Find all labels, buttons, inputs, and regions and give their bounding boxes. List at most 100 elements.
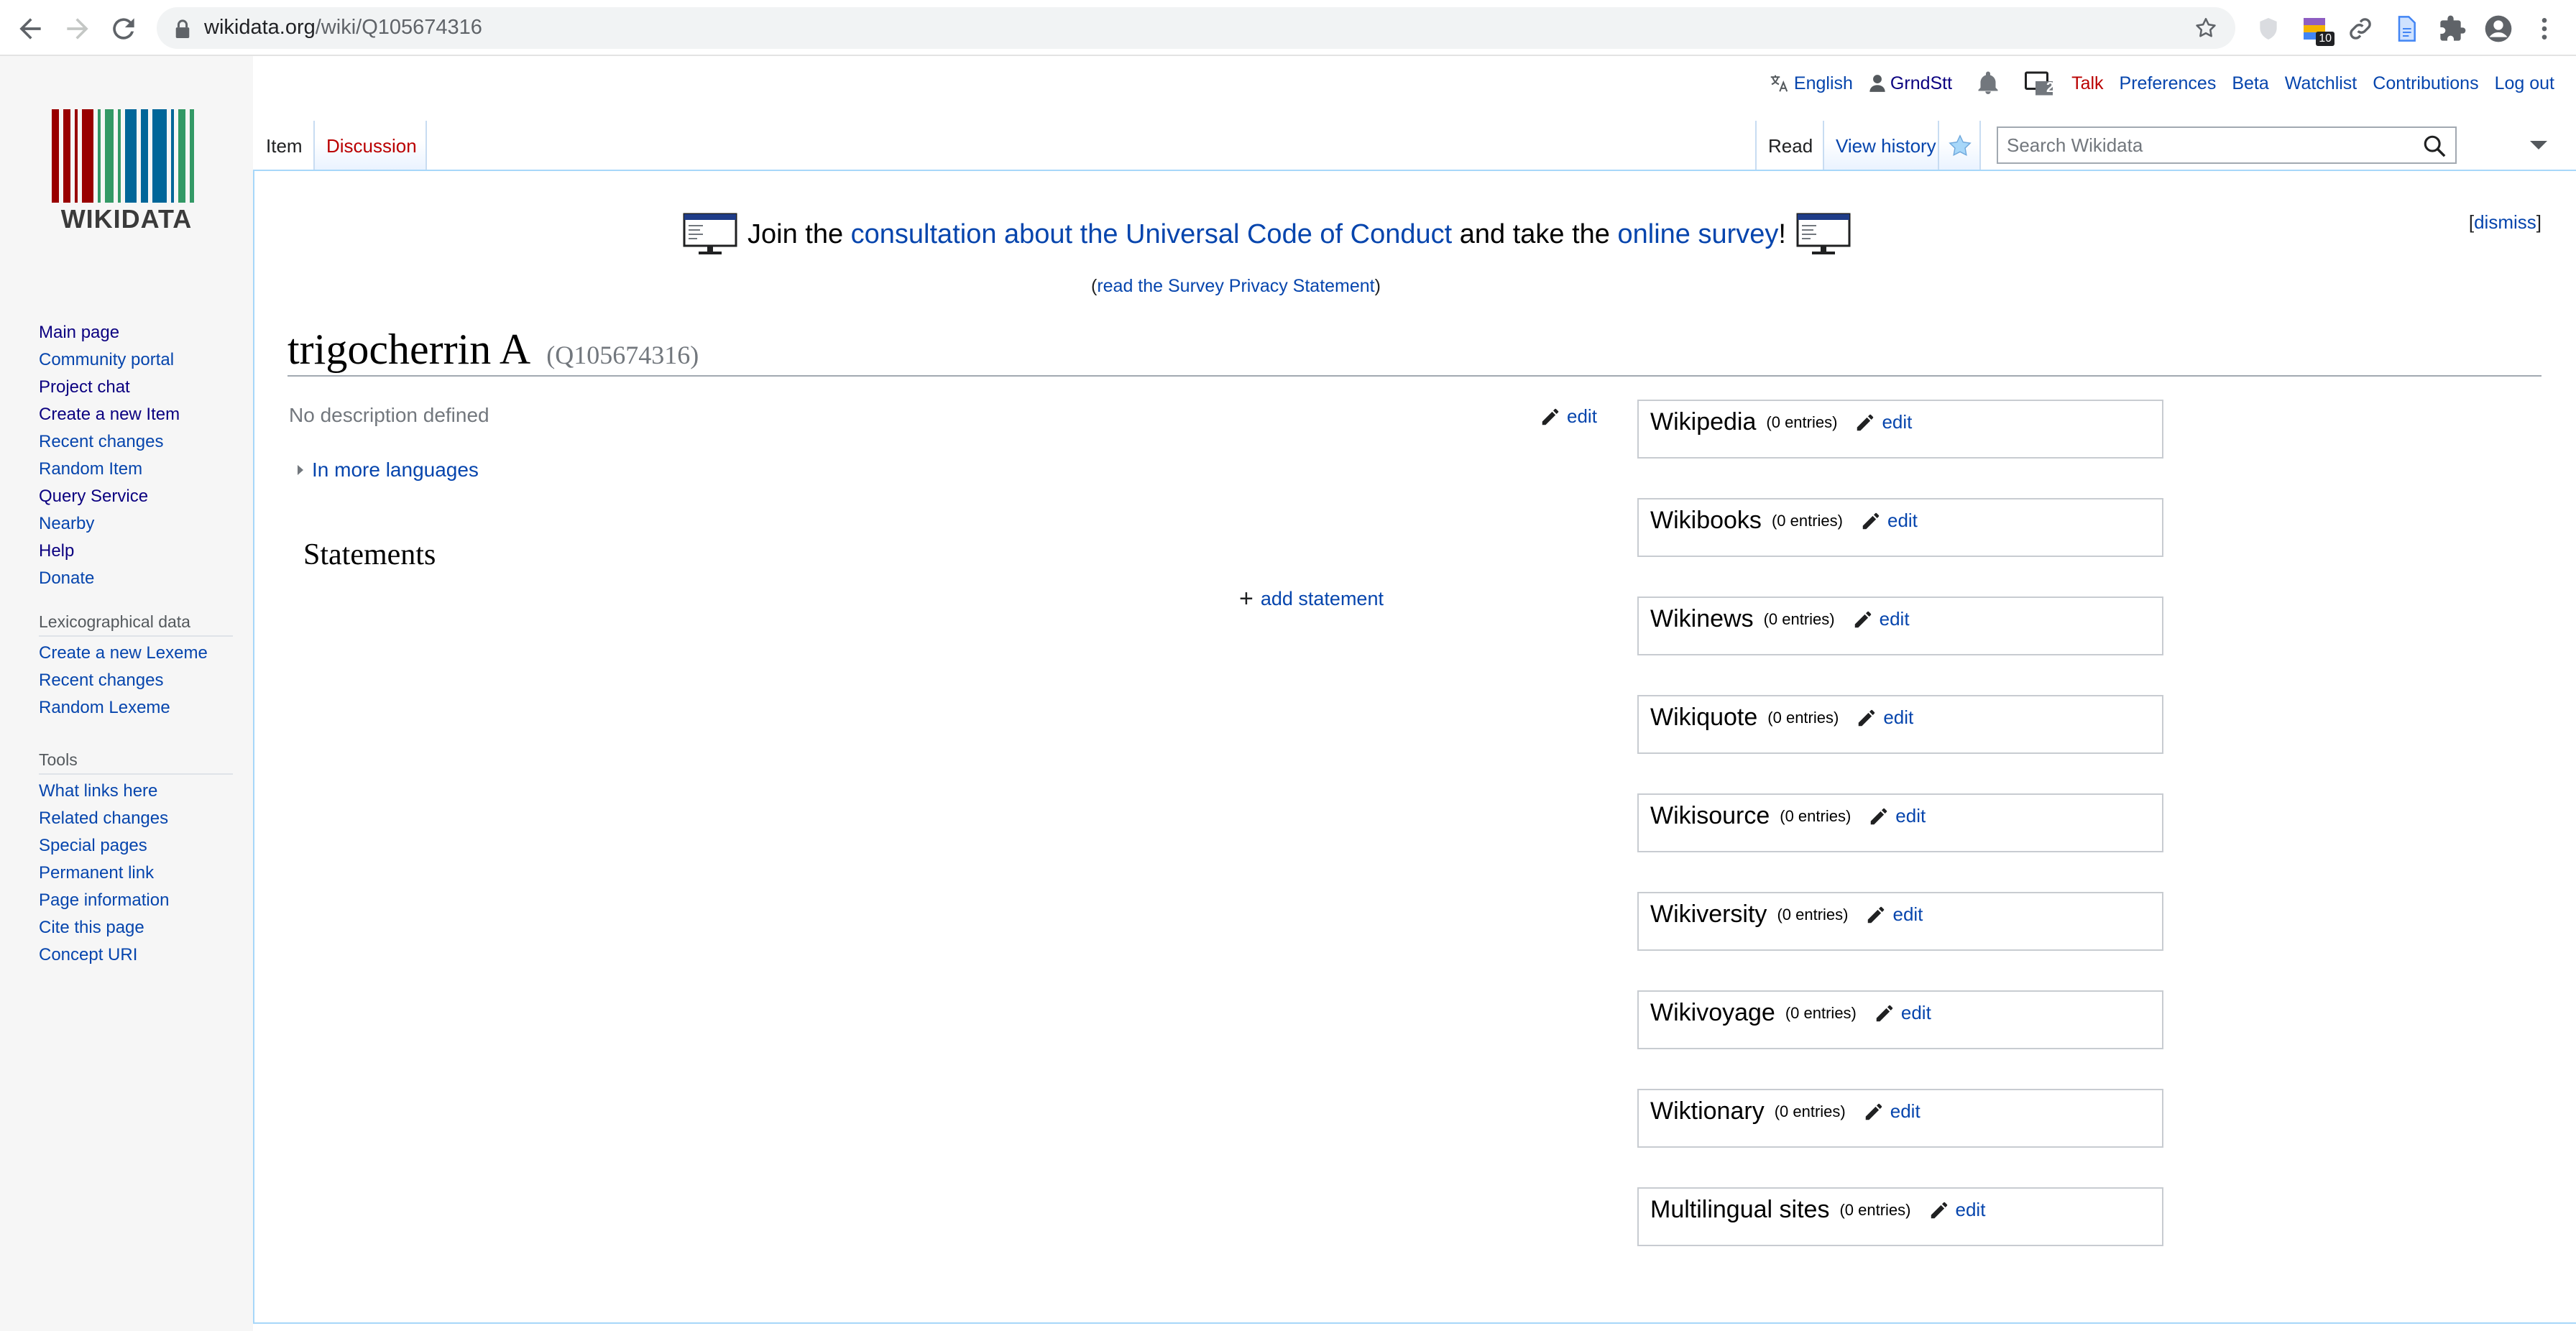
beta-link[interactable]: Beta [2232, 73, 2268, 94]
tab-read[interactable]: Read [1755, 121, 1824, 170]
reload-button[interactable] [108, 13, 139, 45]
sidebar-item-cite-this-page[interactable]: Cite this page [39, 914, 233, 941]
sitelink-group-wikisource: Wikisource (0 entries) edit [1637, 793, 2163, 852]
user-page-link[interactable]: GrndStt [1869, 73, 1952, 94]
tab-item[interactable]: Item [254, 121, 315, 170]
sidebar-item-query-service[interactable]: Query Service [39, 483, 233, 510]
calendar-extension-button[interactable]: 10 [2300, 14, 2334, 46]
sitelink-edit-button-wikiquote[interactable]: edit [1856, 706, 1913, 729]
sitelink-edit-button-wikiversity[interactable]: edit [1865, 903, 1923, 926]
profile-avatar-icon[interactable] [2484, 14, 2513, 43]
preferences-link[interactable]: Preferences [2120, 73, 2217, 94]
kebab-menu-icon[interactable] [2530, 14, 2559, 43]
sitelink-edit-button-wikibooks[interactable]: edit [1860, 510, 1918, 532]
sitelink-group-name: Wikipedia [1650, 408, 1757, 436]
sidebar-item-nearby[interactable]: Nearby [39, 510, 233, 538]
dismiss-link[interactable]: dismiss [2474, 211, 2536, 233]
in-more-languages-toggle[interactable]: In more languages [298, 459, 479, 482]
item-description: No description defined [289, 404, 489, 426]
privacy-statement-link[interactable]: read the Survey Privacy Statement [1097, 276, 1374, 296]
tab-discussion[interactable]: Discussion [315, 121, 427, 170]
username: GrndStt [1890, 73, 1953, 93]
sitelink-group-wikivoyage: Wikivoyage (0 entries) edit [1637, 990, 2163, 1049]
puzzle-extensions-icon[interactable] [2438, 14, 2467, 43]
sidebar-item-create-new-lexeme[interactable]: Create a new Lexeme [39, 640, 233, 667]
page-title: trigocherrin A (Q105674316) [288, 325, 2542, 377]
item-label: trigocherrin A [288, 326, 531, 373]
watch-star-icon [1949, 134, 1972, 157]
logo-wordmark: WIKIDATA [60, 204, 193, 234]
sidebar-item-recent-changes[interactable]: Recent changes [39, 428, 233, 456]
sidebar-item-help[interactable]: Help [39, 538, 233, 565]
sidebar-item-random-lexeme[interactable]: Random Lexeme [39, 694, 233, 722]
banner-survey-link[interactable]: online survey [1617, 219, 1778, 249]
link-extension-icon[interactable] [2346, 14, 2375, 43]
pencil-icon [1542, 408, 1559, 425]
sidebar-item-what-links-here[interactable]: What links here [39, 778, 233, 805]
sidebar-item-random-item[interactable]: Random Item [39, 456, 233, 483]
back-button[interactable] [14, 13, 46, 45]
sitelink-edit-button-wikipedia[interactable]: edit [1854, 411, 1912, 433]
edit-label: edit [1882, 411, 1913, 433]
wikidata-logo[interactable]: WIKIDATA [50, 109, 203, 239]
search-input[interactable] [1998, 128, 2408, 162]
sidebar-item-project-chat[interactable]: Project chat [39, 374, 233, 401]
sitelink-group-wikibooks: Wikibooks (0 entries) edit [1637, 498, 2163, 557]
pencil-icon [1865, 1103, 1882, 1120]
add-statement-button[interactable]: + add statement [1239, 586, 1384, 611]
bookmark-star-icon[interactable] [2194, 16, 2218, 40]
sitelink-group-wikipedia: Wikipedia (0 entries) edit [1637, 400, 2163, 459]
forward-button[interactable] [62, 13, 93, 45]
extension-badge: 10 [2316, 32, 2334, 46]
sitelink-group-name: Wikiversity [1650, 901, 1767, 928]
shield-extension-icon[interactable] [2254, 14, 2283, 43]
sitelink-group-multilingual-sites: Multilingual sites (0 entries) edit [1637, 1187, 2163, 1246]
dismiss-bracket-close: ] [2536, 211, 2542, 233]
pencil-icon [1857, 414, 1874, 430]
description-edit-button[interactable]: edit [1540, 405, 1597, 428]
sidebar-item-special-pages[interactable]: Special pages [39, 832, 233, 860]
sidebar-item-create-new-item[interactable]: Create a new Item [39, 401, 233, 428]
sitelink-group-wikiversity: Wikiversity (0 entries) edit [1637, 892, 2163, 951]
pencil-icon [1859, 709, 1875, 726]
notices-button[interactable]: 2 [2024, 70, 2056, 96]
language-selector[interactable]: English [1768, 73, 1853, 94]
edit-label: edit [1955, 1199, 1986, 1220]
search-icon[interactable] [2422, 134, 2447, 158]
notifications-button[interactable] [1975, 70, 2001, 96]
privacy-paren-close: ) [1374, 276, 1381, 296]
sitelink-edit-button-wikinews[interactable]: edit [1852, 608, 1910, 630]
sidebar-item-donate[interactable]: Donate [39, 565, 233, 592]
chevron-down-icon[interactable] [2529, 138, 2549, 152]
logout-link[interactable]: Log out [2495, 73, 2554, 94]
pencil-icon [1862, 512, 1880, 529]
tab-view-history[interactable]: View history [1824, 121, 1939, 170]
watch-star-button[interactable] [1939, 121, 1981, 170]
banner-consultation-link[interactable]: consultation about the Universal Code of… [851, 219, 1453, 249]
plus-icon: + [1239, 585, 1254, 612]
watchlist-link[interactable]: Watchlist [2285, 73, 2357, 94]
language-label: English [1793, 73, 1853, 93]
sidebar-item-community-portal[interactable]: Community portal [39, 346, 233, 374]
survey-monitor-icon [683, 213, 737, 254]
edit-label: edit [1892, 903, 1923, 925]
sidebar-item-page-information[interactable]: Page information [39, 887, 233, 914]
arrow-left-icon [19, 18, 41, 40]
address-bar[interactable]: wikidata.org/wiki/Q105674316 [157, 7, 2235, 49]
sitelink-edit-button-multilingual-sites[interactable]: edit [1928, 1199, 1986, 1221]
sitelink-edit-button-wikisource[interactable]: edit [1868, 805, 1926, 827]
sitelink-edit-button-wikivoyage[interactable]: edit [1874, 1002, 1931, 1024]
sidebar-item-permanent-link[interactable]: Permanent link [39, 860, 233, 887]
sidebar-item-lexeme-recent-changes[interactable]: Recent changes [39, 667, 233, 694]
talk-link[interactable]: Talk [2071, 73, 2103, 94]
sidebar-item-related-changes[interactable]: Related changes [39, 805, 233, 832]
sitelink-edit-button-wiktionary[interactable]: edit [1863, 1100, 1920, 1123]
sitelink-entry-count: (0 entries) [1780, 806, 1852, 825]
sitelink-entry-count: (0 entries) [1766, 413, 1838, 431]
sitelink-group-name: Wikiquote [1650, 704, 1758, 731]
document-extension-icon[interactable] [2392, 14, 2421, 43]
edit-label: edit [1567, 405, 1597, 427]
sidebar-item-concept-uri[interactable]: Concept URI [39, 941, 233, 969]
contributions-link[interactable]: Contributions [2373, 73, 2478, 94]
sidebar-item-main-page[interactable]: Main page [39, 319, 233, 346]
